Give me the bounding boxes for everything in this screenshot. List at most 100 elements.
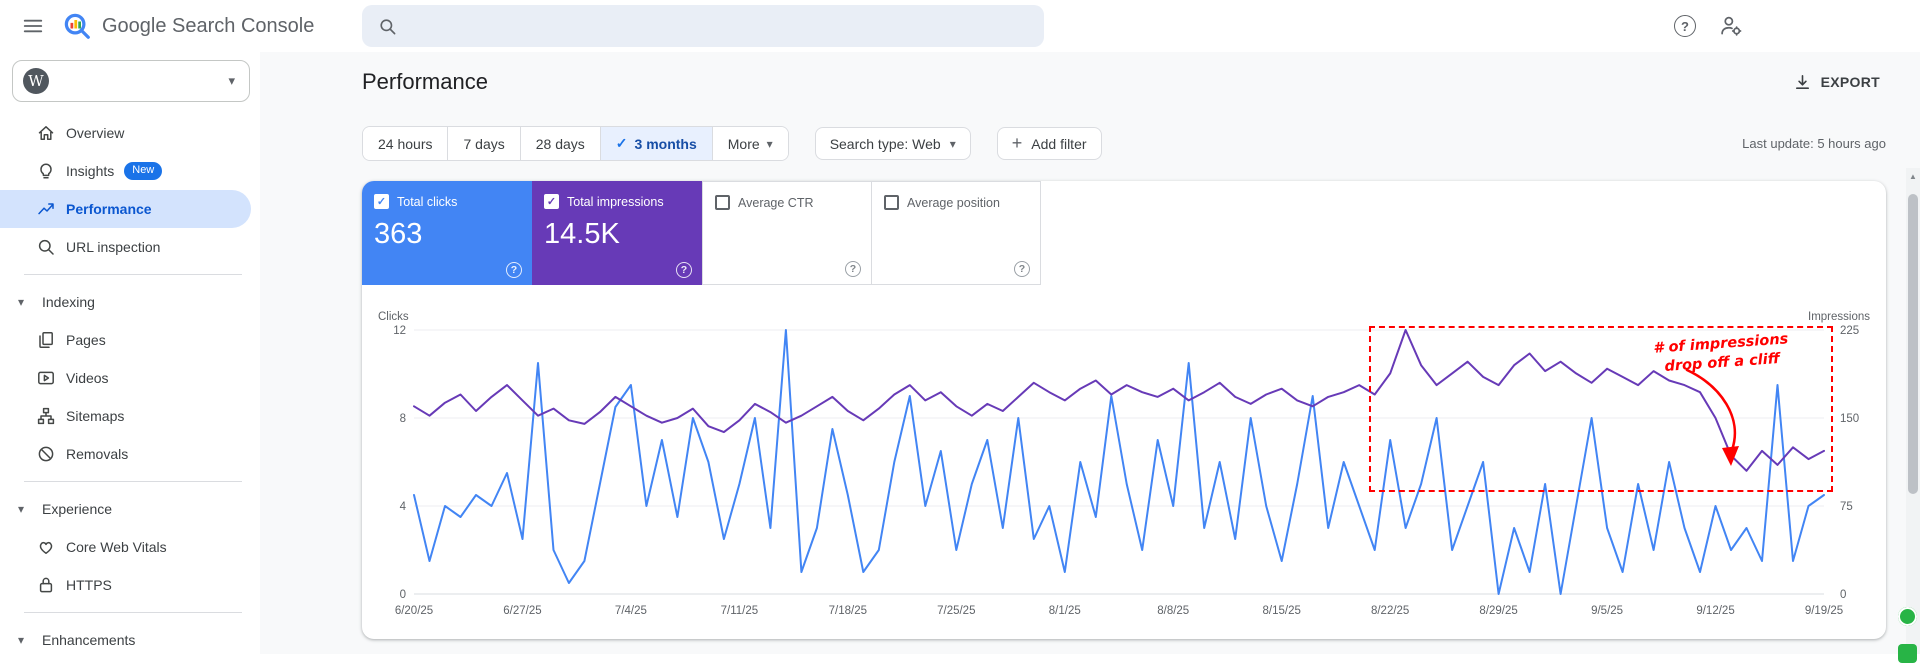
search-console-logo-icon (64, 13, 90, 39)
trending-up-icon (36, 199, 56, 219)
lightbulb-icon (36, 161, 56, 181)
sidebar-item-https[interactable]: HTTPS (0, 566, 251, 604)
sidebar-item-core-web-vitals[interactable]: Core Web Vitals (0, 528, 251, 566)
more-ranges-button[interactable]: More ▾ (712, 127, 788, 160)
svg-text:6/20/25: 6/20/25 (395, 605, 433, 617)
metric-cards: ✓ Total clicks 363 ? ✓ Total impressions… (362, 181, 1886, 285)
add-filter-button[interactable]: + Add filter (996, 127, 1102, 160)
sidebar-item-removals[interactable]: Removals (0, 435, 251, 473)
metric-value: 363 (374, 218, 423, 250)
filter-row: ✓ 24 hours ✓ 7 days ✓ 28 days ✓ 3 months (362, 126, 1886, 161)
export-label: EXPORT (1820, 74, 1880, 90)
page-title: Performance (362, 69, 488, 94)
extension-badge-icon[interactable] (1898, 607, 1917, 626)
sitemap-icon (36, 406, 56, 426)
svg-text:0: 0 (1840, 589, 1846, 601)
divider (24, 481, 242, 482)
divider (24, 612, 242, 613)
help-icon[interactable]: ? (845, 261, 861, 277)
sidebar-nav: Overview Insights New Performance URL in… (0, 114, 260, 659)
sidebar-item-videos[interactable]: Videos (0, 359, 251, 397)
help-icon[interactable]: ? (676, 262, 692, 278)
metric-card-total-impressions[interactable]: ✓ Total impressions 14.5K ? (532, 181, 702, 285)
pages-icon (36, 330, 56, 350)
svg-text:0: 0 (400, 589, 406, 601)
svg-text:9/5/25: 9/5/25 (1591, 605, 1623, 617)
checkbox-checked-icon[interactable]: ✓ (374, 194, 389, 209)
sidebar-item-performance[interactable]: Performance (0, 190, 251, 228)
title-row: Performance EXPORT (362, 68, 1886, 96)
magnifier-icon (36, 237, 56, 257)
property-selector[interactable]: W ▾ (12, 60, 250, 102)
checkbox-unchecked-icon[interactable] (715, 195, 730, 210)
checkbox-checked-icon[interactable]: ✓ (544, 194, 559, 209)
help-button[interactable]: ? (1674, 15, 1696, 37)
svg-text:8/1/25: 8/1/25 (1049, 605, 1081, 617)
sidebar-item-label: Performance (66, 201, 152, 217)
search-input[interactable] (409, 16, 1028, 36)
help-icon[interactable]: ? (1014, 261, 1030, 277)
sidebar-item-pages[interactable]: Pages (0, 321, 251, 359)
range-chip-3-months[interactable]: ✓ 3 months (600, 127, 713, 160)
sidebar-item-label: Overview (66, 125, 125, 141)
svg-text:8/8/25: 8/8/25 (1157, 605, 1189, 617)
metric-card-total-clicks[interactable]: ✓ Total clicks 363 ? (362, 181, 532, 285)
svg-text:225: 225 (1840, 325, 1859, 337)
help-icon[interactable]: ? (506, 262, 522, 278)
date-range-group: ✓ 24 hours ✓ 7 days ✓ 28 days ✓ 3 months (362, 126, 789, 161)
top-bar: Google Search Console ? (0, 0, 1920, 52)
metric-card-average-position[interactable]: Average position ? (871, 181, 1041, 285)
user-settings-button[interactable] (1718, 13, 1744, 39)
metric-card-average-ctr[interactable]: Average CTR ? (702, 181, 872, 285)
range-chip-7-days[interactable]: ✓ 7 days (448, 127, 521, 160)
scrollbar-thumb[interactable] (1908, 194, 1918, 494)
sidebar-item-label: Removals (66, 446, 129, 462)
export-button[interactable]: EXPORT (1787, 72, 1886, 93)
global-search-bar[interactable] (362, 5, 1044, 47)
wordpress-logo-icon: W (23, 68, 49, 94)
sidebar-section-enhancements[interactable]: ▾ Enhancements (0, 621, 260, 659)
sidebar-section-experience[interactable]: ▾ Experience (0, 490, 260, 528)
svg-text:150: 150 (1840, 413, 1859, 425)
divider (24, 274, 242, 275)
sidebar-item-insights[interactable]: Insights New (0, 152, 251, 190)
range-chip-24-hours[interactable]: ✓ 24 hours (363, 127, 449, 160)
chevron-down-icon: ▾ (18, 633, 25, 647)
svg-text:7/4/25: 7/4/25 (615, 605, 647, 617)
svg-text:Impressions: Impressions (1808, 311, 1870, 323)
header-actions: ? (1674, 0, 1744, 52)
search-type-dropdown[interactable]: Search type: Web ▾ (814, 127, 971, 160)
sidebar: W ▾ Overview Insights New Performance UR… (0, 52, 260, 654)
checkbox-unchecked-icon[interactable] (884, 195, 899, 210)
sidebar-item-overview[interactable]: Overview (0, 114, 251, 152)
help-icon: ? (1674, 15, 1696, 37)
performance-chart: 0 4 8 12 0 75 150 225 Clicks Impressions 6/20/25 6/… (378, 311, 1870, 617)
heart-icon (36, 537, 56, 557)
home-icon (36, 123, 56, 143)
chevron-down-icon: ▾ (228, 73, 235, 88)
svg-text:7/25/25: 7/25/25 (937, 605, 975, 617)
svg-text:4: 4 (400, 501, 407, 513)
search-icon (378, 17, 397, 36)
sidebar-item-url-inspection[interactable]: URL inspection (0, 228, 251, 266)
sidebar-item-label: Sitemaps (66, 408, 125, 424)
metric-label: Average position (907, 195, 1000, 210)
sidebar-section-indexing[interactable]: ▾ Indexing (0, 283, 260, 321)
last-update-text: Last update: 5 hours ago (1742, 136, 1886, 151)
hamburger-menu-button[interactable] (20, 13, 46, 39)
range-chip-28-days[interactable]: ✓ 28 days (520, 127, 601, 160)
svg-text:7/18/25: 7/18/25 (829, 605, 867, 617)
sidebar-section-label: Experience (42, 501, 113, 517)
svg-text:6/27/25: 6/27/25 (503, 605, 541, 617)
scroll-up-arrow-icon[interactable]: ▲ (1906, 172, 1920, 181)
plus-icon: + (1011, 132, 1023, 153)
new-badge: New (124, 162, 163, 180)
video-icon (36, 368, 56, 388)
performance-panel: ✓ Total clicks 363 ? ✓ Total impressions… (362, 181, 1886, 639)
vertical-scrollbar[interactable]: ▲ (1906, 168, 1920, 654)
metric-label: Total impressions (567, 194, 664, 209)
svg-text:9/19/25: 9/19/25 (1805, 605, 1843, 617)
metric-value: 14.5K (544, 218, 620, 250)
sidebar-item-sitemaps[interactable]: Sitemaps (0, 397, 251, 435)
sidebar-item-label: Pages (66, 332, 106, 348)
